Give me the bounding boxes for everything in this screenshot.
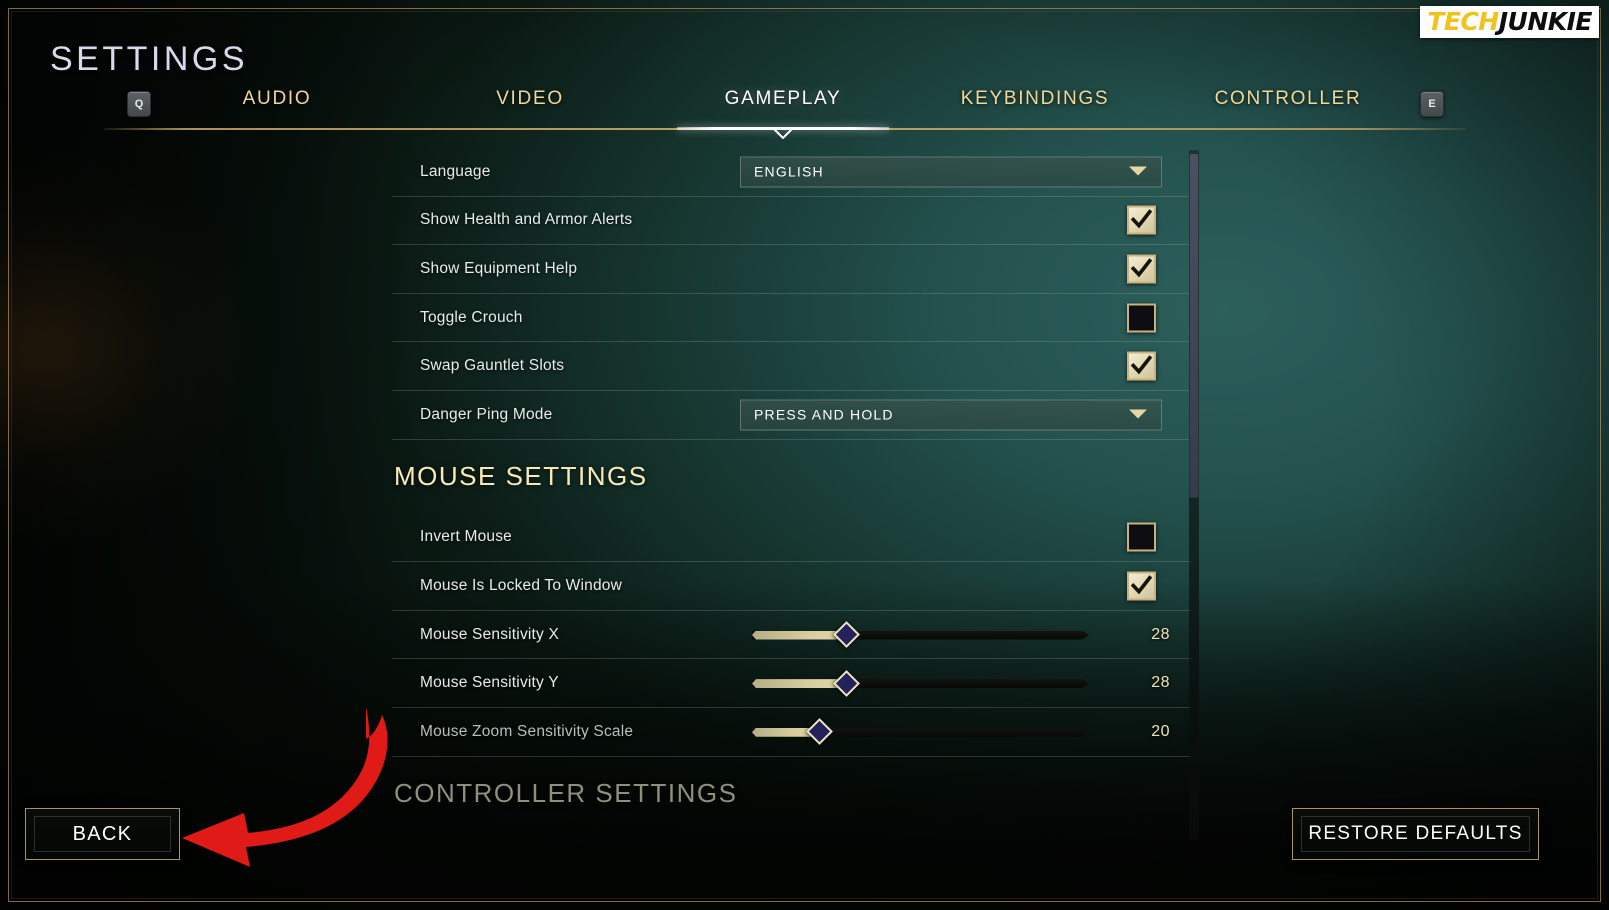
tab-keybindings[interactable]: KEYBINDINGS xyxy=(961,88,1110,110)
tab-audio[interactable]: AUDIO xyxy=(243,88,312,110)
setting-row-toggle-crouch: Toggle Crouch xyxy=(392,294,1192,343)
slider-mouse-zoom-sensitivity-scale[interactable] xyxy=(752,718,1089,746)
setting-row-show-health-armor-alerts: Show Health and Armor Alerts xyxy=(392,197,1192,246)
setting-label-mouse-sensitivity-x: Mouse Sensitivity X xyxy=(420,625,560,643)
logo-text-junkie: JUNKIE xyxy=(1498,7,1593,36)
setting-row-mouse-sensitivity-y: Mouse Sensitivity Y 28 xyxy=(392,659,1192,708)
slider-knob[interactable] xyxy=(805,718,833,746)
checkbox-invert-mouse[interactable] xyxy=(1127,522,1156,552)
slider-knob[interactable] xyxy=(832,669,860,697)
setting-label-mouse-zoom-sensitivity-scale: Mouse Zoom Sensitivity Scale xyxy=(420,722,634,740)
setting-label-toggle-crouch: Toggle Crouch xyxy=(420,308,523,326)
slider-value-mouse-sensitivity-y: 28 xyxy=(1151,674,1170,692)
setting-row-mouse-zoom-sensitivity-scale: Mouse Zoom Sensitivity Scale 20 xyxy=(392,708,1192,757)
setting-label-swap-gauntlet-slots: Swap Gauntlet Slots xyxy=(420,357,565,375)
checkbox-show-equipment-help[interactable] xyxy=(1127,254,1156,284)
language-dropdown[interactable]: ENGLISH xyxy=(740,156,1162,188)
techjunkie-logo-watermark: TECHJUNKIE xyxy=(1420,6,1599,38)
slider-value-mouse-sensitivity-x: 28 xyxy=(1151,625,1170,643)
checkbox-show-health-armor-alerts[interactable] xyxy=(1127,205,1156,235)
slider-mouse-sensitivity-y[interactable] xyxy=(752,669,1089,697)
checkbox-toggle-crouch[interactable] xyxy=(1127,303,1156,333)
setting-row-show-equipment-help: Show Equipment Help xyxy=(392,245,1192,294)
logo-text-tech: TECH xyxy=(1427,7,1499,36)
setting-row-invert-mouse: Invert Mouse xyxy=(392,514,1192,563)
setting-label-show-equipment-help: Show Equipment Help xyxy=(420,259,578,277)
tab-video[interactable]: VIDEO xyxy=(496,88,564,110)
active-tab-chevron-down-icon xyxy=(772,128,794,139)
slider-knob[interactable] xyxy=(832,621,860,648)
tab-gameplay[interactable]: GAMEPLAY xyxy=(725,88,842,110)
chevron-down-icon xyxy=(1129,409,1147,419)
key-hint-label-q: Q xyxy=(134,98,144,110)
setting-row-mouse-sensitivity-x: Mouse Sensitivity X 28 xyxy=(392,611,1192,660)
setting-label-mouse-sensitivity-y: Mouse Sensitivity Y xyxy=(420,674,559,692)
setting-label-language: Language xyxy=(420,162,491,180)
section-header-controller-settings: CONTROLLER SETTINGS xyxy=(394,778,738,809)
setting-row-swap-gauntlet-slots: Swap Gauntlet Slots xyxy=(392,342,1192,391)
restore-defaults-button[interactable]: RESTORE DEFAULTS xyxy=(1292,808,1539,860)
slider-fill xyxy=(752,679,847,689)
checkbox-swap-gauntlet-slots[interactable] xyxy=(1127,351,1156,381)
slider-mouse-sensitivity-x[interactable] xyxy=(752,621,1089,648)
tab-controller[interactable]: CONTROLLER xyxy=(1215,88,1362,110)
back-button[interactable]: BACK xyxy=(25,808,180,860)
checkbox-mouse-locked-to-window[interactable] xyxy=(1127,571,1156,601)
setting-label-invert-mouse: Invert Mouse xyxy=(420,528,512,546)
prev-tab-key-hint-q[interactable]: Q xyxy=(127,91,151,117)
settings-tabbar: Q E AUDIO VIDEO GAMEPLAY KEYBINDINGS CON… xyxy=(104,84,1466,139)
settings-scrollbar-thumb[interactable] xyxy=(1189,153,1199,498)
section-header-mouse-settings: MOUSE SETTINGS xyxy=(394,461,648,492)
next-tab-key-hint-e[interactable]: E xyxy=(1420,91,1444,117)
chevron-down-icon xyxy=(1129,166,1147,176)
setting-row-danger-ping-mode: Danger Ping Mode PRESS AND HOLD xyxy=(392,391,1192,440)
settings-options-panel: Language ENGLISH Show Health and Armor A… xyxy=(392,148,1192,848)
danger-ping-mode-dropdown-value: PRESS AND HOLD xyxy=(754,406,894,423)
slider-fill xyxy=(752,630,847,640)
setting-row-language: Language ENGLISH xyxy=(392,148,1192,197)
language-dropdown-value: ENGLISH xyxy=(754,163,824,180)
slider-value-mouse-zoom-sensitivity-scale: 20 xyxy=(1151,722,1170,740)
restore-defaults-button-label: RESTORE DEFAULTS xyxy=(1308,823,1523,844)
key-hint-label-e: E xyxy=(1428,98,1436,110)
setting-label-show-health-armor-alerts: Show Health and Armor Alerts xyxy=(420,211,633,229)
page-title: SETTINGS xyxy=(50,40,249,78)
danger-ping-mode-dropdown[interactable]: PRESS AND HOLD xyxy=(740,399,1162,431)
setting-label-danger-ping-mode: Danger Ping Mode xyxy=(420,405,553,423)
setting-label-mouse-locked-to-window: Mouse Is Locked To Window xyxy=(420,576,623,594)
game-settings-screen: SETTINGS TECHJUNKIE Q E AUDIO VIDEO GAME… xyxy=(0,0,1609,910)
setting-row-mouse-locked-to-window: Mouse Is Locked To Window xyxy=(392,562,1192,611)
back-button-label: BACK xyxy=(72,822,133,845)
